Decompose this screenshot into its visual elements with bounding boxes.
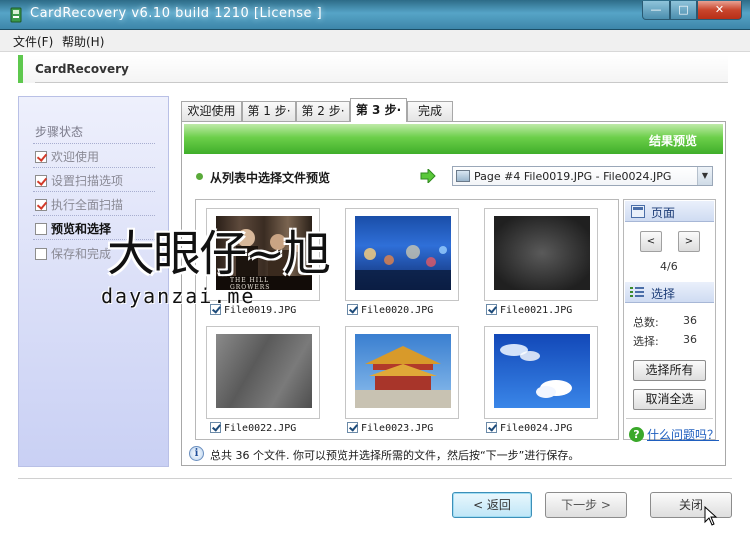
info-text: 总共 36 个文件. 你可以预览并选择所需的文件，然后按“下一步”进行保存。 xyxy=(210,449,580,462)
page-icon xyxy=(456,170,470,182)
info-icon: i xyxy=(189,446,204,461)
file-label[interactable]: File0023.JPG xyxy=(347,422,433,434)
page-icon xyxy=(631,205,645,218)
header-divider xyxy=(35,82,728,83)
step-checkbox xyxy=(35,248,47,260)
sidebar-step-preview-select: 预览和选择 xyxy=(35,220,111,236)
menu-file[interactable]: 文件(F) xyxy=(13,33,53,50)
close-window-button[interactable]: ✕ xyxy=(697,1,742,20)
sidebar-divider xyxy=(33,143,155,144)
thumbnail-file0022[interactable] xyxy=(206,326,320,419)
file-label[interactable]: File0020.JPG xyxy=(347,304,433,316)
chevron-down-icon[interactable]: ▼ xyxy=(697,167,712,185)
gray-texture-image xyxy=(216,334,312,408)
file-checkbox[interactable] xyxy=(486,422,497,433)
sidebar-step-save-finish: 保存和完成 xyxy=(35,245,111,261)
back-button[interactable]: < 返回 xyxy=(452,492,532,518)
temple-image xyxy=(355,334,451,408)
page-select-pane: 页面 < > 4/6 选择 总数: 36 选择: 36 选择所有 取消全选 ? … xyxy=(623,199,719,443)
window-title: CardRecovery v6.10 build 1210 [License ] xyxy=(30,6,323,21)
bullet-icon xyxy=(196,173,203,180)
sidebar-divider xyxy=(33,191,155,192)
minimize-button[interactable]: — xyxy=(642,1,670,20)
file-label[interactable]: File0024.JPG xyxy=(486,422,572,434)
step-checkbox xyxy=(35,199,47,211)
results-banner-title: 结果预览 xyxy=(648,134,697,148)
step-checkbox xyxy=(35,151,47,163)
deselect-all-button[interactable]: 取消全选 xyxy=(633,389,706,410)
city-lights-image xyxy=(355,216,451,290)
results-banner: 结果预览 xyxy=(184,124,723,154)
next-page-button[interactable]: > xyxy=(678,231,700,252)
step-checkbox xyxy=(35,223,47,235)
sidebar-step-full-scan: 执行全面扫描 xyxy=(35,196,123,212)
file-checkbox[interactable] xyxy=(486,304,497,315)
header-title: CardRecovery xyxy=(35,62,129,76)
tab-step-2[interactable]: 第 2 步· xyxy=(296,101,350,121)
tab-finish[interactable]: 完成 xyxy=(407,101,453,121)
results-panel: 结果预览 从列表中选择文件预览 Page #4 File0019.JPG - F… xyxy=(181,121,726,466)
bottom-divider xyxy=(18,478,732,479)
sidebar-divider xyxy=(33,167,155,168)
list-icon xyxy=(630,287,644,297)
arrow-right-icon xyxy=(420,169,436,183)
total-label: 总数: xyxy=(633,316,659,329)
tab-step-3[interactable]: 第 3 步· xyxy=(350,98,407,122)
prev-page-button[interactable]: < xyxy=(640,231,662,252)
watermark-cn: 大眼仔~旭 xyxy=(107,226,331,282)
select-all-button[interactable]: 选择所有 xyxy=(633,360,706,381)
total-value: 36 xyxy=(683,314,697,327)
thumbnail-file0020[interactable] xyxy=(345,208,459,301)
tab-step-1[interactable]: 第 1 步· xyxy=(242,101,296,121)
thumbnail-file0021[interactable] xyxy=(484,208,598,301)
dark-texture-image xyxy=(494,216,590,290)
title-bar: CardRecovery v6.10 build 1210 [License ]… xyxy=(0,0,750,30)
select-preview-label: 从列表中选择文件预览 xyxy=(210,171,331,185)
sidebar-step-welcome: 欢迎使用 xyxy=(35,148,99,164)
help-icon: ? xyxy=(629,427,644,442)
sidebar-title: 步骤状态 xyxy=(35,125,84,139)
watermark-en: dayanzai.me xyxy=(101,284,256,308)
selected-value: 36 xyxy=(683,333,697,346)
help-link[interactable]: 什么问题吗？ xyxy=(647,426,719,443)
page-counter: 4/6 xyxy=(660,260,678,273)
file-label[interactable]: File0021.JPG xyxy=(486,304,572,316)
file-checkbox[interactable] xyxy=(347,304,358,315)
page-header: 页面 xyxy=(625,201,714,222)
next-button[interactable]: 下一步 > xyxy=(545,492,627,518)
selected-label: 选择: xyxy=(633,335,659,348)
thumbnail-file0023[interactable] xyxy=(345,326,459,419)
thumbnail-file0024[interactable] xyxy=(484,326,598,419)
tab-welcome[interactable]: 欢迎使用 xyxy=(181,101,242,121)
page-dropdown-value: Page #4 File0019.JPG - File0024.JPG xyxy=(474,170,672,183)
select-header: 选择 xyxy=(625,282,714,303)
file-checkbox[interactable] xyxy=(210,422,221,433)
file-checkbox[interactable] xyxy=(347,422,358,433)
sidebar-step-scan-options: 设置扫描选项 xyxy=(35,172,123,188)
step-checkbox xyxy=(35,175,47,187)
mouse-cursor-icon xyxy=(704,506,718,526)
menu-bar: 文件(F) 帮助(H) xyxy=(0,30,750,52)
file-label[interactable]: File0022.JPG xyxy=(210,422,296,434)
close-button[interactable]: 关闭 xyxy=(650,492,732,518)
app-icon xyxy=(10,7,22,23)
sky-clouds-image xyxy=(494,334,590,408)
menu-help[interactable]: 帮助(H) xyxy=(62,33,104,50)
divider xyxy=(626,418,713,419)
header-banner: CardRecovery xyxy=(18,55,728,83)
page-dropdown[interactable]: Page #4 File0019.JPG - File0024.JPG ▼ xyxy=(452,166,713,186)
maximize-button[interactable]: □ xyxy=(670,1,697,20)
